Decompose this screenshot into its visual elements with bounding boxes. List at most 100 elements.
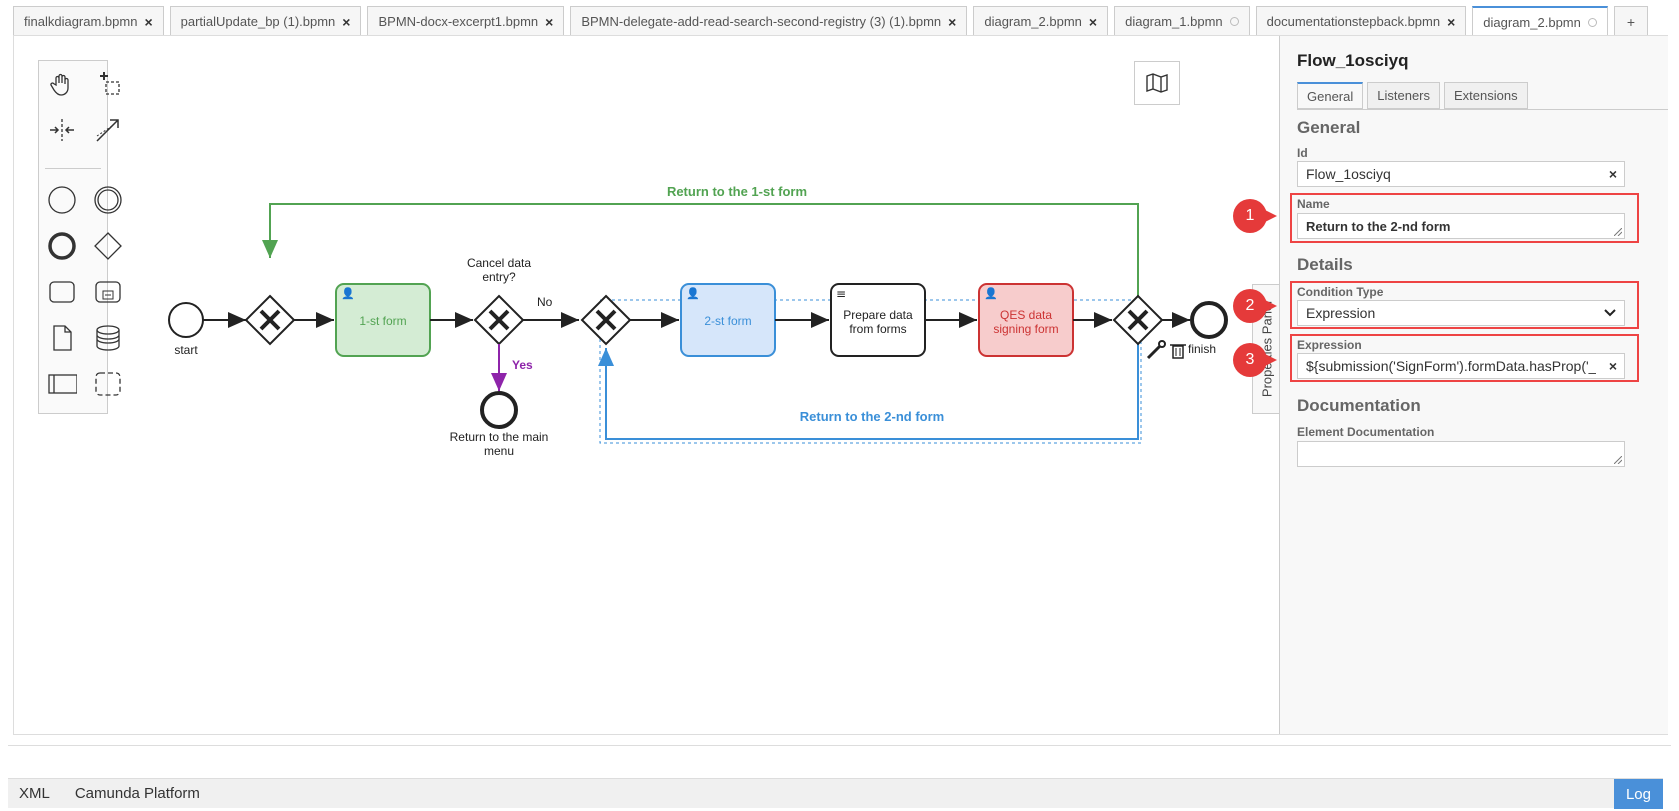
properties-panel: Flow_1osciyq General Listeners Extension…: [1279, 36, 1668, 734]
platform-label[interactable]: Camunda Platform: [75, 785, 200, 802]
subprocess-tool-icon[interactable]: [93, 277, 123, 307]
tab-file-4[interactable]: diagram_2.bpmn ×: [973, 6, 1109, 36]
intermediate-event-tool-icon[interactable]: [93, 185, 123, 215]
end-event-finish[interactable]: [1190, 301, 1228, 339]
task-tool-icon[interactable]: [47, 277, 77, 307]
start-event-tool-icon[interactable]: [47, 185, 77, 215]
tab-label: diagram_2.bpmn: [984, 14, 1082, 29]
data-store-tool-icon[interactable]: [93, 323, 123, 353]
tab-listeners[interactable]: Listeners: [1367, 82, 1440, 109]
flow-bottom-label: Return to the 2-nd form: [800, 409, 944, 424]
element-documentation-field[interactable]: [1297, 441, 1625, 467]
exclusive-gateway-1[interactable]: [244, 294, 296, 346]
id-label: Id: [1297, 146, 1308, 160]
documentation-heading: Documentation: [1297, 396, 1421, 415]
user-icon: 👤: [686, 287, 700, 300]
tab-file-5[interactable]: diagram_1.bpmn: [1114, 6, 1250, 36]
pool-tool-icon[interactable]: [47, 369, 77, 399]
trash-icon[interactable]: [1170, 344, 1186, 359]
properties-title: Flow_1osciyq: [1297, 51, 1409, 70]
end-event-main-menu[interactable]: [480, 391, 518, 429]
user-task-qes-signing[interactable]: 👤 QES data signing form: [978, 283, 1074, 357]
task-label: from forms: [849, 322, 906, 336]
user-icon: 👤: [984, 287, 998, 300]
tab-extensions[interactable]: Extensions: [1444, 82, 1528, 109]
close-icon[interactable]: ×: [1089, 14, 1097, 30]
tab-label: partialUpdate_bp (1).bpmn: [180, 14, 336, 29]
hand-tool-icon[interactable]: [47, 69, 77, 99]
highlight-condition-type: [1290, 281, 1639, 329]
gateway-label: Cancel data: [467, 256, 531, 270]
highlight-name: [1290, 193, 1639, 243]
script-icon: ≡: [836, 287, 846, 301]
tab-general[interactable]: General: [1297, 82, 1364, 109]
flow-top-label: Return to the 1-st form: [667, 184, 807, 199]
wrench-icon[interactable]: [1146, 340, 1166, 360]
group-tool-icon[interactable]: [93, 369, 123, 399]
exclusive-gateway-merge[interactable]: [580, 294, 632, 346]
tab-label: BPMN-delegate-add-read-search-second-reg…: [581, 14, 942, 29]
map-icon: [1146, 73, 1168, 93]
close-icon[interactable]: ×: [144, 14, 152, 30]
tab-file-2[interactable]: BPMN-docx-excerpt1.bpmn ×: [367, 6, 565, 36]
tab-file-1[interactable]: partialUpdate_bp (1).bpmn ×: [169, 6, 362, 36]
highlight-expression: [1290, 334, 1639, 382]
step-badge-3: 3: [1233, 343, 1277, 377]
tab-bar: finalkdiagram.bpmn × partialUpdate_bp (1)…: [13, 6, 1654, 36]
gateway-tool-icon[interactable]: [93, 231, 123, 261]
clear-icon[interactable]: ×: [1609, 166, 1617, 182]
end-label: menu: [484, 444, 514, 458]
end-event-tool-icon[interactable]: [47, 231, 77, 261]
resize-handle-icon[interactable]: [1614, 456, 1622, 464]
start-event[interactable]: [168, 302, 204, 338]
user-task-second-form[interactable]: 👤 2-st form: [680, 283, 776, 357]
unsaved-dot-icon[interactable]: [1587, 17, 1597, 27]
user-task-first-form[interactable]: 👤 1-st form: [335, 283, 431, 357]
task-label: 2-st form: [704, 314, 751, 328]
id-field[interactable]: Flow_1osciyq ×: [1297, 161, 1625, 187]
task-label: QES data: [1000, 308, 1052, 322]
tabs-divider: [1297, 109, 1668, 110]
space-tool-icon[interactable]: [47, 115, 77, 145]
gateway-label: entry?: [482, 270, 516, 284]
palette-divider: [45, 168, 101, 169]
tab-label: diagram_2.bpmn: [1483, 14, 1581, 30]
no-label: No: [537, 295, 553, 309]
finish-label: finish: [1188, 342, 1216, 356]
yes-label: Yes: [512, 358, 533, 372]
exclusive-gateway-final[interactable]: [1112, 294, 1164, 346]
step-badge-1: 1: [1233, 199, 1277, 233]
data-object-tool-icon[interactable]: [47, 323, 77, 353]
tab-file-7-active[interactable]: diagram_2.bpmn: [1472, 6, 1608, 36]
end-label: Return to the main: [450, 430, 549, 444]
details-heading: Details: [1297, 255, 1353, 274]
tab-label: documentationstepback.bpmn: [1266, 14, 1441, 29]
close-icon[interactable]: ×: [342, 14, 350, 30]
properties-tabs: General Listeners Extensions: [1297, 82, 1532, 109]
general-heading: General: [1297, 118, 1361, 137]
task-label: 1-st form: [359, 314, 406, 328]
xml-button[interactable]: XML: [19, 785, 50, 802]
close-icon[interactable]: ×: [545, 14, 553, 30]
tab-file-0[interactable]: finalkdiagram.bpmn ×: [13, 6, 164, 36]
tab-file-6[interactable]: documentationstepback.bpmn ×: [1255, 6, 1467, 36]
footer-divider: [8, 745, 1671, 746]
task-label: Prepare data: [843, 308, 913, 322]
diagram-canvas[interactable]: Return to the 1-st form Return to the 2-…: [14, 36, 1254, 734]
minimap-toggle-button[interactable]: [1134, 61, 1180, 105]
modeler-area: Return to the 1-st form Return to the 2-…: [13, 35, 1668, 735]
step-badge-2: 2: [1233, 289, 1277, 323]
tab-label: BPMN-docx-excerpt1.bpmn: [378, 14, 539, 29]
start-label: start: [174, 343, 198, 357]
log-button[interactable]: Log: [1613, 779, 1663, 809]
exclusive-gateway-cancel[interactable]: [473, 294, 525, 346]
unsaved-dot-icon[interactable]: [1229, 17, 1239, 26]
add-tab-button[interactable]: +: [1613, 6, 1649, 36]
tab-file-3[interactable]: BPMN-delegate-add-read-search-second-reg…: [570, 6, 968, 36]
lasso-tool-icon[interactable]: [93, 69, 123, 99]
close-icon[interactable]: ×: [1447, 14, 1455, 30]
tool-palette: [38, 60, 122, 414]
connect-tool-icon[interactable]: [93, 115, 123, 145]
script-task-prepare-data[interactable]: ≡ Prepare data from forms: [830, 283, 926, 357]
close-icon[interactable]: ×: [948, 14, 956, 30]
